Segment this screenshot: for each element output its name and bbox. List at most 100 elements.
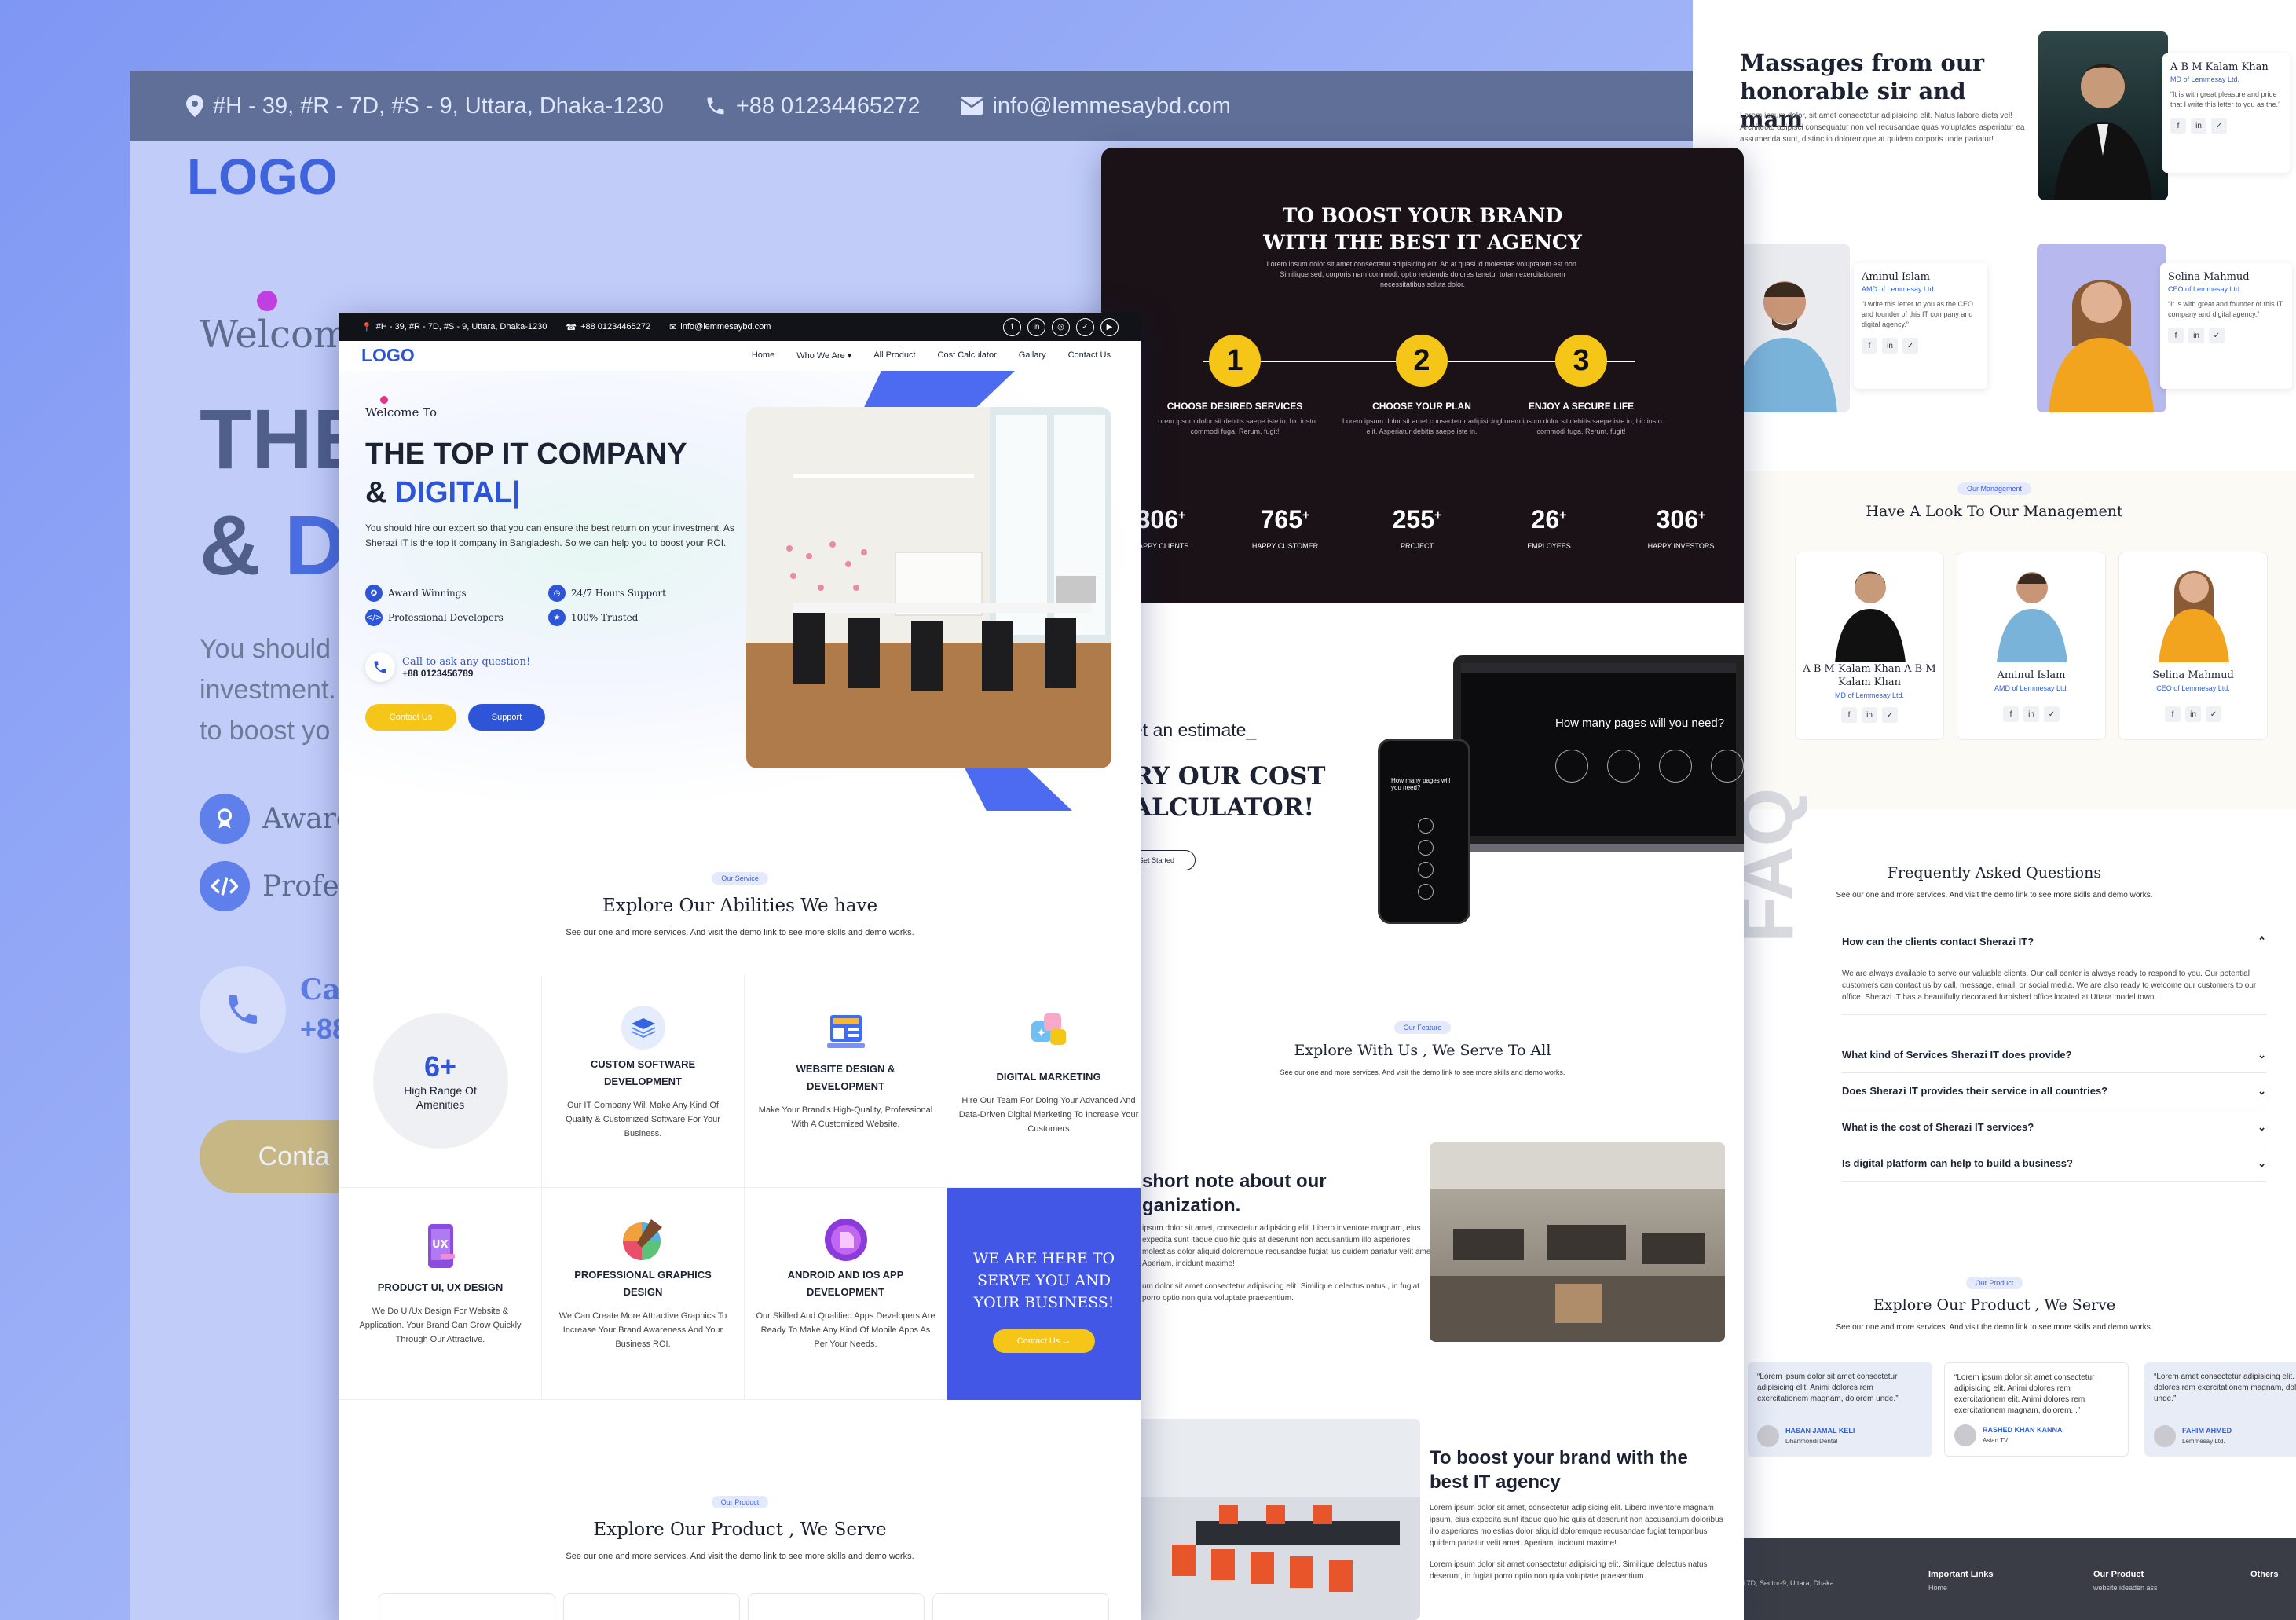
step-2: 2 CHOOSE YOUR PLAN Lorem ipsum dolor sit a…	[1339, 335, 1504, 437]
phone-icon[interactable]	[365, 652, 395, 682]
service-card-app[interactable]: ANDROID AND IOS APP DEVELOPMENT Our Skil…	[745, 1188, 947, 1400]
service-card-website[interactable]: WEBSITE DESIGN & DEVELOPMENT Make Your B…	[745, 976, 947, 1188]
twitter-icon[interactable]: ✓	[2206, 706, 2221, 722]
product-card[interactable]	[932, 1593, 1109, 1620]
feature-award: ✪ Award Winnings	[365, 585, 467, 602]
linkedin-icon[interactable]: in	[2188, 328, 2204, 343]
linkedin-icon[interactable]: in	[1862, 707, 1877, 723]
management-card-selina: Selina Mahmud CEO of Lemmesay Ltd. f in ✓	[2118, 552, 2268, 740]
nav-cost-calculator[interactable]: Cost Calculator	[938, 350, 997, 361]
facebook-icon[interactable]: f	[1003, 318, 1021, 336]
code-icon: </>	[365, 609, 383, 626]
boost-paragraph: Lorem ipsum dolor sit amet, consectetur …	[1430, 1504, 1723, 1548]
nav-contact-us[interactable]: Contact Us	[1068, 350, 1111, 361]
service-card-marketing[interactable]: ✦ DIGITAL MARKETING Hire Our Team For Do…	[947, 976, 1141, 1188]
linkedin-icon[interactable]: in	[2023, 706, 2039, 722]
welcome-text: Welcome To	[365, 405, 438, 420]
note-paragraph-2: um dolor sit amet consectetur adipisicin…	[1142, 1282, 1419, 1303]
twitter-icon[interactable]: ✓	[2211, 118, 2227, 134]
bg-email: info@lemmesaybd.com	[961, 93, 1231, 119]
facebook-icon[interactable]: f	[1862, 338, 1877, 354]
page-option-icon[interactable]	[1711, 750, 1744, 783]
layers-icon	[621, 1006, 665, 1050]
youtube-icon[interactable]: ▶	[1100, 318, 1119, 336]
person-card-selina: Selina Mahmud CEO of Lemmesay Ltd. “It i…	[2160, 263, 2292, 389]
homepage-screenshot: 📍 #H - 39, #R - 7D, #S - 9, Uttara, Dhaka…	[339, 313, 1141, 1620]
footer-heading: Others	[2250, 1570, 2279, 1579]
laptop-mockup: How many pages will you need?	[1453, 655, 1744, 844]
faq-answer-1: We are always available to serve our val…	[1842, 968, 2266, 1015]
management-card-aminul: Aminul Islam AMD of Lemmesay Ltd. f in ✓	[1957, 552, 2106, 740]
stat-employees: 26+ EMPLOYEES	[1527, 505, 1571, 550]
testimonial-card: “Lorem amet consectetur adipisicing elit…	[2144, 1362, 2296, 1457]
nav-all-product[interactable]: All Product	[873, 350, 915, 361]
decorative-dot	[380, 396, 388, 404]
code-icon	[200, 861, 250, 911]
faq-item-3[interactable]: Does Sherazi IT provides their service i…	[1842, 1073, 2266, 1109]
facebook-icon[interactable]: f	[2170, 118, 2186, 134]
product-card[interactable]	[379, 1593, 555, 1620]
product-card[interactable]	[748, 1593, 925, 1620]
nav-who-we-are[interactable]: Who We Are ▾	[796, 350, 851, 361]
contact-us-button[interactable]: Contact Us	[365, 704, 456, 731]
phone-question: How many pages will you need?	[1391, 777, 1451, 791]
boost-paragraph-2: Lorem ipsum dolor sit amet consectetur a…	[1430, 1560, 1708, 1581]
service-card-software[interactable]: CUSTOM SOFTWARE DEVELOPMENT Our IT Compa…	[542, 976, 745, 1188]
process-section: TO BOOST YOUR BRAND WITH THE BEST IT AGE…	[1101, 148, 1744, 603]
footer-heading: Our Product	[2093, 1570, 2144, 1579]
page-option-icon[interactable]	[1659, 750, 1692, 783]
logo[interactable]: LOGO	[361, 345, 415, 366]
footer-link[interactable]: website ideaden ass	[2093, 1584, 2158, 1592]
phone-icon	[707, 97, 724, 115]
support-button[interactable]: Support	[468, 704, 545, 731]
faq-item-1[interactable]: How can the clients contact Sherazi IT? ⌃	[1842, 925, 2266, 957]
linkedin-icon[interactable]: in	[2185, 706, 2201, 722]
hero-title-line-1: THE TOP IT COMPANY	[365, 438, 687, 471]
twitter-icon[interactable]: ✓	[1882, 707, 1898, 723]
page-option-icon[interactable]	[1555, 750, 1588, 783]
nav-home[interactable]: Home	[752, 350, 774, 361]
laptop-base	[1434, 844, 1744, 852]
star-icon: ★	[548, 609, 566, 626]
management-title: Have A Look To Our Management	[1866, 503, 2123, 520]
top-bar: 📍 #H - 39, #R - 7D, #S - 9, Uttara, Dhaka…	[339, 313, 1141, 341]
linkedin-icon[interactable]: in	[1882, 338, 1898, 354]
twitter-icon[interactable]: ✓	[1902, 338, 1918, 354]
instagram-icon[interactable]: ◎	[1052, 318, 1070, 336]
cta-contact-button[interactable]: Contact Us →	[993, 1329, 1095, 1353]
faq-item-2[interactable]: What kind of Services Sherazi IT does pr…	[1842, 1037, 2266, 1073]
facebook-icon[interactable]: f	[1841, 707, 1857, 723]
management-photo	[1835, 571, 1906, 662]
product-title: Explore Our Product , We Serve	[1873, 1296, 2116, 1314]
management-photo	[1997, 572, 2067, 662]
website-design-icon	[824, 1010, 868, 1054]
bg-logo: LOGO	[187, 148, 339, 205]
ux-design-icon: UX	[419, 1222, 463, 1270]
stat-happy-investors: 306+ HAPPY INVESTORS	[1647, 505, 1715, 550]
service-card-graphics[interactable]: PROFESSIONAL GRAPHICS DESIGN We Can Crea…	[542, 1188, 745, 1400]
nav-gallery[interactable]: Gallary	[1019, 350, 1046, 361]
hero-paragraph: You should hire our expert so that you c…	[365, 522, 734, 548]
avatar	[2154, 1425, 2176, 1447]
person-card-kalam: A B M Kalam Khan MD of Lemmesay Ltd. “It…	[2162, 53, 2290, 173]
twitter-icon[interactable]: ✓	[2209, 328, 2225, 343]
linkedin-icon[interactable]: in	[1027, 318, 1045, 336]
facebook-icon[interactable]: f	[2003, 706, 2019, 722]
bg-call: Cal +88	[200, 966, 352, 1053]
twitter-icon[interactable]: ✓	[1076, 318, 1094, 336]
facebook-icon[interactable]: f	[2168, 328, 2184, 343]
about-screenshot: TO BOOST YOUR BRAND WITH THE BEST IT AGE…	[1101, 148, 1744, 1620]
footer-link[interactable]: Home	[1928, 1584, 1947, 1592]
twitter-icon[interactable]: ✓	[2044, 706, 2060, 722]
product-card[interactable]	[563, 1593, 740, 1620]
service-card-uiux[interactable]: UX PRODUCT UI, UX DESIGN We Do Ui/Ux Des…	[339, 1188, 542, 1400]
faq-item-5[interactable]: Is digital platform can help to build a …	[1842, 1145, 2266, 1182]
faq-item-4[interactable]: What is the cost of Sherazi IT services?…	[1842, 1109, 2266, 1145]
linkedin-icon[interactable]: in	[2191, 118, 2206, 134]
award-icon: ✪	[365, 585, 383, 602]
page-option-icon[interactable]	[1607, 750, 1640, 783]
decorative-dot	[257, 291, 277, 311]
bg-welcome: Welcom	[200, 313, 350, 357]
management-card-kalam: A B M Kalam Khan A B M Kalam Khan MD of …	[1795, 552, 1944, 740]
facebook-icon[interactable]: f	[2165, 706, 2181, 722]
